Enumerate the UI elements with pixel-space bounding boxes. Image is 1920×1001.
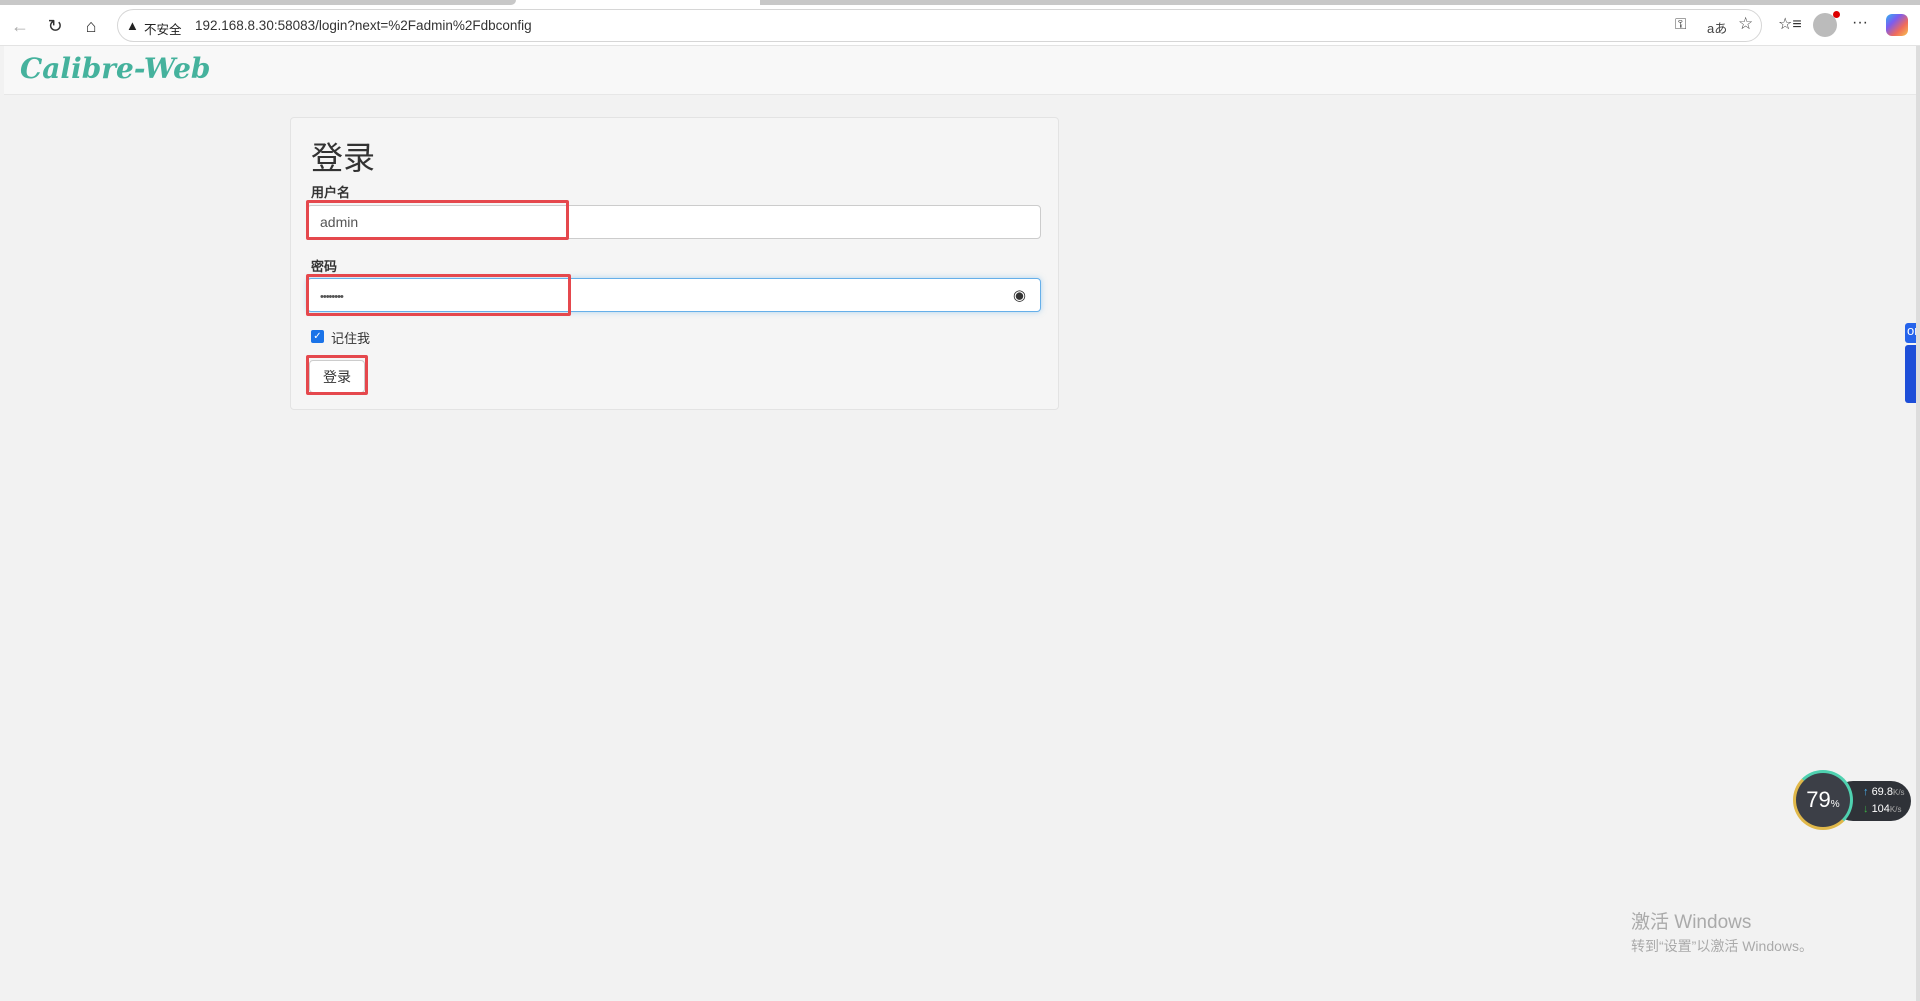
windows-activation-watermark: 激活 Windows 转到“设置”以激活 Windows。	[1631, 907, 1813, 956]
login-button[interactable]: 登录	[309, 360, 365, 393]
scrollbar[interactable]	[1916, 46, 1920, 1001]
password-value: ••••••••	[320, 291, 344, 303]
home-icon[interactable]: ⌂	[77, 12, 105, 40]
username-label: 用户名	[311, 185, 351, 200]
remember-checkbox[interactable]: ✓	[311, 330, 324, 343]
star-icon[interactable]: ☆	[1738, 14, 1753, 34]
browser-tab[interactable]	[0, 0, 516, 5]
browser-toolbar: ← ↻ ⌂ ▲ 不安全 192.168.8.30:58083/login?nex…	[0, 6, 1920, 46]
cpu-gauge: 79%	[1793, 770, 1853, 830]
brand-logo[interactable]: Calibre-Web	[20, 52, 211, 85]
back-icon[interactable]: ←	[6, 12, 34, 40]
gauge-percent: 79	[1806, 787, 1831, 812]
reload-icon[interactable]: ↻	[41, 12, 69, 40]
translate-icon[interactable]: aあ	[1707, 18, 1727, 37]
more-icon[interactable]: ···	[1852, 14, 1868, 32]
favorites-icon[interactable]: ☆≡	[1778, 14, 1802, 34]
watermark-subtitle: 转到“设置”以激活 Windows。	[1631, 938, 1814, 954]
eye-icon[interactable]: ◉	[1013, 286, 1026, 304]
login-panel: 登录 用户名 密码 •••••••• ◉ ✓ 记住我 登录	[290, 117, 1059, 410]
upload-arrow-icon: ↑	[1863, 786, 1869, 798]
watermark-title: 激活 Windows	[1631, 912, 1752, 933]
security-label[interactable]: 不安全	[144, 19, 182, 38]
url-text[interactable]: 192.168.8.30:58083/login?next=%2Fadmin%2…	[195, 18, 532, 33]
username-input[interactable]	[307, 205, 1041, 239]
download-speed: 104	[1871, 803, 1890, 815]
upload-unit: K/s	[1892, 788, 1905, 797]
navbar: Calibre-Web	[4, 46, 1916, 95]
download-unit: K/s	[1889, 805, 1902, 814]
network-monitor[interactable]: 79% ↑ 69.8K/s ↓ 104K/s	[1793, 770, 1913, 832]
address-bar[interactable]: ▲ 不安全 192.168.8.30:58083/login?next=%2Fa…	[117, 9, 1762, 42]
download-arrow-icon: ↓	[1863, 803, 1869, 815]
key-icon[interactable]: ⚿	[1675, 16, 1686, 33]
profile-avatar[interactable]	[1813, 11, 1840, 37]
gauge-unit: %	[1830, 799, 1840, 810]
password-input[interactable]: •••••••• ◉	[307, 278, 1041, 312]
warning-triangle-icon[interactable]: ▲	[126, 18, 139, 33]
browser-tab[interactable]	[760, 0, 1920, 5]
page-title: 登录	[311, 140, 376, 176]
password-label: 密码	[311, 259, 338, 274]
copilot-icon[interactable]	[1886, 14, 1908, 36]
upload-speed: 69.8	[1871, 786, 1893, 798]
remember-label[interactable]: 记住我	[331, 328, 370, 347]
